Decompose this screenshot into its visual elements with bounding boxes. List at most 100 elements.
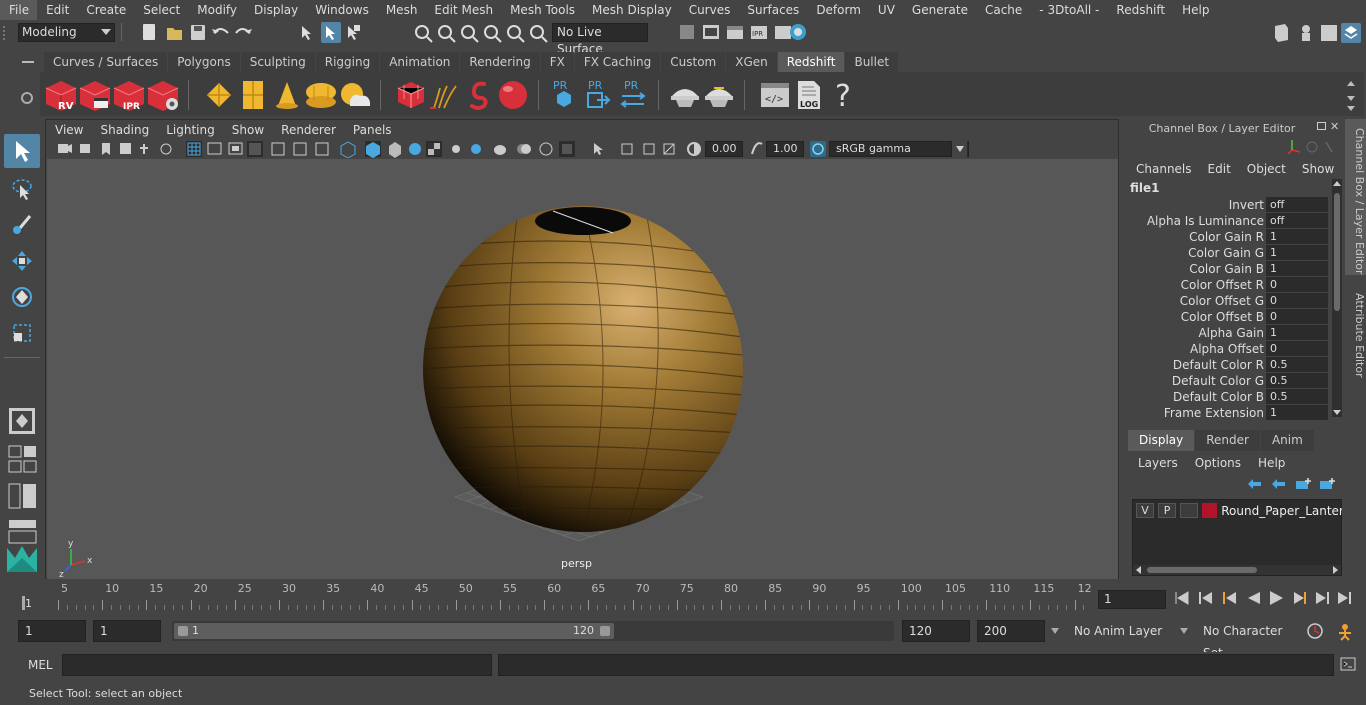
time-slider[interactable]: 5 10 15 20 25 30 35 40 45 50 55 60 65 70 75 80 85 90 95 100…	[18, 582, 1092, 612]
edit-menu[interactable]: Edit	[1200, 161, 1239, 177]
redshift-material-icon[interactable]	[668, 78, 702, 112]
attribute-row[interactable]: Alpha Offset 0	[1124, 341, 1330, 357]
menu-mesh-display[interactable]: Mesh Display	[583, 0, 680, 20]
redshift-material-blender-icon[interactable]	[702, 78, 736, 112]
redshift-hair-icon[interactable]	[428, 78, 462, 112]
menu-modify[interactable]: Modify	[188, 0, 245, 20]
tab-rigging[interactable]: Rigging	[315, 52, 380, 72]
menu-generate[interactable]: Generate	[903, 0, 976, 20]
perspective-viewport[interactable]: x y z persp	[47, 159, 1118, 579]
redshift-log-icon[interactable]: LOG	[792, 78, 826, 112]
menu-uv[interactable]: UV	[869, 0, 903, 20]
live-surface-field[interactable]: No Live Surface	[552, 23, 648, 56]
scrollbar-thumb[interactable]	[1147, 567, 1257, 573]
attribute-row[interactable]: Color Offset B0	[1124, 309, 1330, 325]
menu-help[interactable]: Help	[1173, 0, 1217, 20]
tab-sculpting[interactable]: Sculpting	[240, 52, 315, 72]
redshift-script-icon[interactable]: </>	[758, 78, 792, 112]
menu-3dtoall[interactable]: - 3DtoAll -	[1030, 0, 1107, 20]
paint-select-tool-button[interactable]	[4, 208, 40, 242]
gamma-icon[interactable]	[749, 141, 765, 157]
menu-curves[interactable]: Curves	[680, 0, 739, 20]
command-input[interactable]	[62, 654, 492, 676]
range-start-handle[interactable]	[178, 626, 188, 636]
attribute-value-field[interactable]: 0	[1266, 293, 1328, 308]
options-menu[interactable]: Options	[1195, 455, 1258, 471]
redshift-sun-sky-icon[interactable]	[338, 78, 372, 112]
exposure-icon[interactable]	[686, 141, 702, 157]
redshift-pr-sync-icon[interactable]: PR	[616, 78, 650, 112]
attribute-value-field[interactable]: off	[1266, 197, 1328, 212]
tab-channel-box[interactable]: Channel Box / Layer Editor	[1345, 119, 1366, 275]
attribute-value-field[interactable]: 1	[1266, 229, 1328, 244]
menu-windows[interactable]: Windows	[306, 0, 377, 20]
layer-color-swatch[interactable]	[1202, 503, 1218, 518]
last-tool-button[interactable]	[4, 404, 40, 438]
attribute-value-field[interactable]: 1	[1266, 245, 1328, 260]
current-time-indicator[interactable]	[22, 596, 25, 610]
layer-row[interactable]: V P Round_Paper_Lantern	[1136, 502, 1342, 519]
redshift-batch-render-icon[interactable]	[78, 78, 112, 112]
redshift-ies-light-icon[interactable]	[270, 78, 304, 112]
redshift-dome-light-icon[interactable]	[304, 78, 338, 112]
status-line-grip[interactable]	[3, 26, 13, 40]
attribute-value-field[interactable]: 0	[1266, 309, 1328, 324]
menu-select[interactable]: Select	[134, 0, 188, 20]
tab-custom[interactable]: Custom	[661, 52, 726, 72]
tab-render-layers[interactable]: Render	[1195, 430, 1260, 451]
viewport-menu-renderer[interactable]: Renderer	[272, 120, 344, 140]
tab-animation[interactable]: Animation	[380, 52, 460, 72]
attribute-row[interactable]: Default Color B 0.5	[1124, 389, 1330, 405]
attribute-row[interactable]: Default Color R 0.5	[1124, 357, 1330, 373]
tab-attribute-editor[interactable]: Attribute Editor	[1345, 285, 1366, 381]
attribute-row[interactable]: Color Gain B1	[1124, 261, 1330, 277]
script-editor-icon[interactable]	[1340, 656, 1356, 672]
redshift-light-icon[interactable]	[202, 78, 236, 112]
attribute-value-field[interactable]: 0.5	[1266, 389, 1328, 404]
attribute-row[interactable]: Alpha Is Luminance off	[1124, 213, 1330, 229]
character-set-dropdown[interactable]: No Character Set	[1197, 620, 1297, 660]
playback-start-field[interactable]: 1	[93, 620, 161, 642]
attribute-value-field[interactable]: 0	[1266, 341, 1328, 356]
attribute-row[interactable]: Color Gain R1	[1124, 229, 1330, 245]
attribute-row[interactable]: Invert off	[1124, 197, 1330, 213]
attribute-row[interactable]: Alpha Gain 1	[1124, 325, 1330, 341]
attribute-row[interactable]: Color Offset R0	[1124, 277, 1330, 293]
scale-tool-button[interactable]	[4, 316, 40, 350]
layers-menu[interactable]: Layers	[1138, 455, 1195, 471]
tab-curves-surfaces[interactable]: Curves / Surfaces	[44, 52, 168, 72]
script-language-label[interactable]: MEL	[28, 658, 53, 672]
viewport-menu-show[interactable]: Show	[223, 120, 272, 140]
attribute-scrollbar[interactable]	[1332, 179, 1342, 417]
layout-quad-icon[interactable]	[8, 445, 38, 475]
playback-end-field[interactable]: 120	[902, 620, 970, 642]
redshift-area-light-icon[interactable]	[236, 78, 270, 112]
layer-playback-toggle[interactable]: P	[1158, 503, 1177, 518]
attribute-value-field[interactable]: off	[1266, 213, 1328, 228]
color-space-dropdown[interactable]: sRGB gamma	[829, 141, 969, 157]
tab-redshift[interactable]: Redshift	[777, 52, 845, 72]
range-slider[interactable]: 1 120	[172, 621, 894, 641]
tab-bullet[interactable]: Bullet	[845, 52, 899, 72]
scrollbar-thumb[interactable]	[1334, 193, 1340, 311]
menu-mesh-tools[interactable]: Mesh Tools	[501, 0, 583, 20]
current-frame-field[interactable]: 1	[1098, 590, 1166, 609]
menu-cache[interactable]: Cache	[976, 0, 1030, 20]
lasso-tool-button[interactable]	[4, 172, 40, 206]
shelf-scroll-arrows[interactable]	[1346, 78, 1356, 112]
tab-display-layers[interactable]: Display	[1128, 430, 1195, 451]
menu-redshift[interactable]: Redshift	[1107, 0, 1173, 20]
attribute-value-field[interactable]: 0.5	[1266, 373, 1328, 388]
channels-menu[interactable]: Channels	[1128, 161, 1200, 177]
attribute-row[interactable]: Color Gain G1	[1124, 245, 1330, 261]
redshift-volume-icon[interactable]	[462, 78, 496, 112]
menu-edit-mesh[interactable]: Edit Mesh	[425, 0, 501, 20]
layer-visibility-toggle[interactable]: V	[1136, 503, 1155, 518]
menu-deform[interactable]: Deform	[807, 0, 869, 20]
viewport-menu-view[interactable]: View	[46, 120, 91, 140]
tab-fx-caching[interactable]: FX Caching	[574, 52, 661, 72]
attribute-value-field[interactable]: 0	[1266, 277, 1328, 292]
float-panel-icon[interactable]	[1317, 122, 1326, 130]
attribute-value-field[interactable]: 0.5	[1266, 357, 1328, 372]
menu-mesh[interactable]: Mesh	[377, 0, 426, 20]
